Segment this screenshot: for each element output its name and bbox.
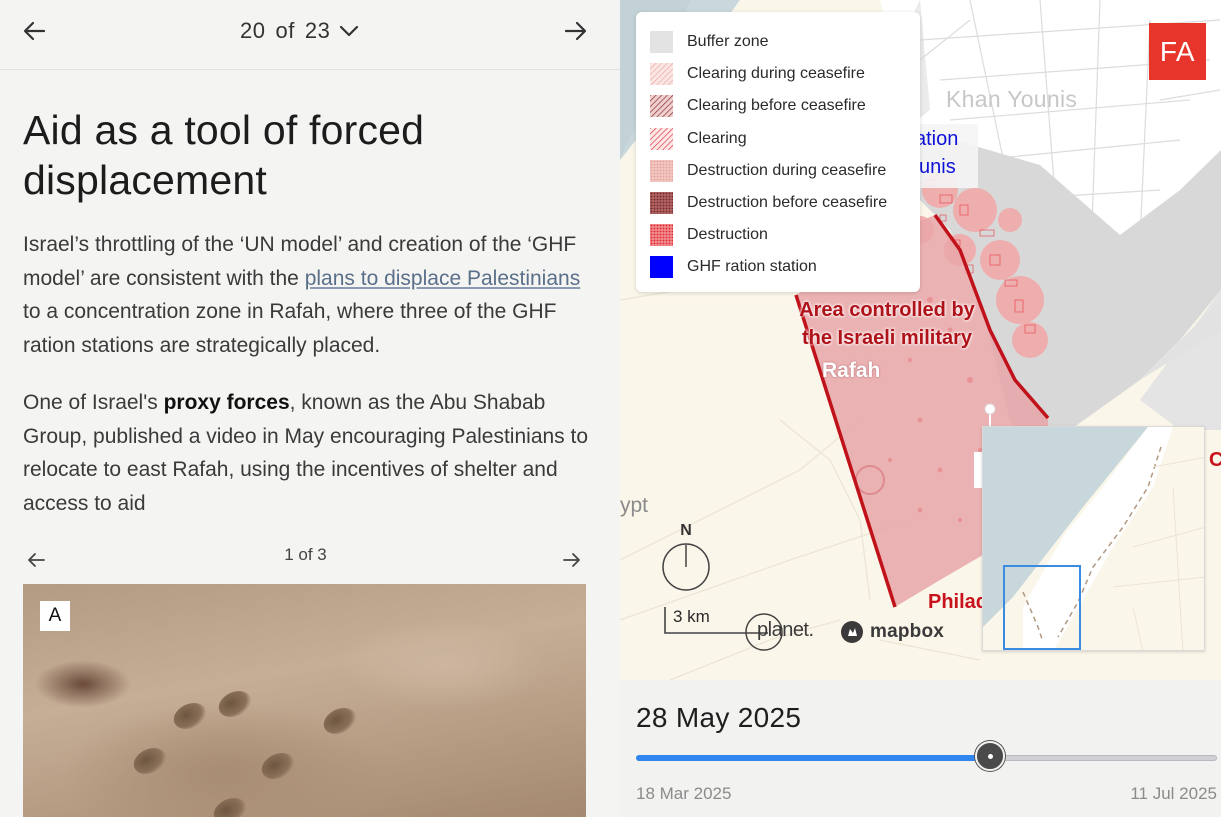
paragraph-text: One of Israel's — [23, 391, 164, 414]
legend-item-clearing: Clearing — [650, 123, 906, 155]
legend-swatch — [650, 159, 673, 182]
date-slider[interactable] — [636, 741, 1217, 771]
legend-swatch — [650, 224, 673, 247]
paragraph-text: to a concentration zone in Rafah, where … — [23, 300, 557, 357]
legend-item-destruction-before: Destruction before ceasefire — [650, 187, 906, 219]
legend-label: Clearing before ceasefire — [687, 97, 866, 115]
chevron-down-icon — [340, 25, 359, 37]
planet-attribution-text: planet. — [757, 619, 814, 641]
image-label-badge: A — [40, 601, 70, 631]
mapbox-attribution-text: mapbox — [870, 621, 945, 642]
legend-label: Clearing during ceasefire — [687, 65, 865, 83]
map-canvas[interactable]: Khan Younis ation unis Area controlled b… — [620, 0, 1221, 680]
image-detail — [257, 747, 299, 785]
slider-thumb-handle[interactable] — [975, 741, 1006, 771]
controlled-area-label: Area controlled by the Israeli military — [799, 299, 975, 349]
ration-label-line-1: ation — [915, 128, 959, 150]
planet-attribution-logo[interactable]: planet. — [744, 608, 834, 652]
current-date-label: 28 May 2025 — [636, 702, 802, 733]
image-detail — [169, 697, 211, 735]
timeline-end-date: 11 Jul 2025 — [1130, 784, 1217, 803]
image-detail — [129, 742, 171, 780]
legend-item-buffer: Buffer zone — [650, 26, 906, 58]
article-paragraph-1: Israel’s throttling of the ‘UN model’ an… — [23, 228, 598, 362]
slide-counter-dropdown[interactable]: 20 of 23 — [240, 18, 360, 44]
legend-item-clearing-before: Clearing before ceasefire — [650, 90, 906, 122]
story-navigation-bar: 20 of 23 — [0, 0, 620, 70]
article-title: Aid as a tool of forced displacement — [23, 107, 425, 203]
legend-label: Destruction before ceasefire — [687, 194, 888, 212]
legend-swatch — [650, 95, 673, 118]
forensic-architecture-logo[interactable]: FA — [1149, 23, 1206, 80]
gallery-next-arrow-icon[interactable] — [561, 550, 583, 570]
legend-label: Buffer zone — [687, 33, 769, 51]
mapbox-icon — [841, 621, 863, 643]
legend-label: GHF ration station — [687, 258, 817, 276]
story-panel: 20 of 23 Aid as a tool of forced displac… — [0, 0, 620, 817]
map-legend: Buffer zone Clearing during ceasefire Clea… — [636, 12, 920, 292]
legend-swatch — [650, 63, 673, 86]
inset-locator-map — [982, 426, 1205, 651]
slide-total-number: 23 — [304, 18, 331, 43]
egypt-label: ypt — [620, 494, 649, 517]
ration-station-label: ation unis — [910, 124, 978, 188]
image-detail — [214, 685, 256, 723]
previous-arrow-icon[interactable] — [20, 16, 50, 46]
legend-swatch — [650, 256, 673, 279]
slider-progress-fill — [636, 755, 991, 761]
north-compass: N — [660, 519, 712, 599]
legend-item-ghf: GHF ration station — [650, 251, 906, 283]
gallery-counter: 1 of 3 — [284, 545, 327, 564]
compass-north-label: N — [680, 522, 692, 539]
legend-item-destruction-during: Destruction during ceasefire — [650, 155, 906, 187]
legend-label: Destruction during ceasefire — [687, 161, 887, 179]
legend-swatch — [650, 192, 673, 215]
ghf-station-marker — [974, 452, 982, 488]
legend-label: Destruction — [687, 226, 768, 244]
rafah-label: Rafah — [822, 359, 881, 382]
legend-swatch — [650, 31, 673, 54]
slide-counter-separator: of — [275, 18, 295, 43]
bold-emphasis: proxy forces — [163, 391, 290, 414]
timeline-start-date: 18 Mar 2025 — [636, 784, 732, 803]
slide-current-number: 20 — [240, 18, 266, 43]
legend-item-clearing-during: Clearing during ceasefire — [650, 58, 906, 90]
timeline-control: 28 May 2025 18 Mar 2025 11 Jul 2025 — [620, 680, 1221, 817]
displacement-plans-link[interactable]: plans to displace Palestinians — [305, 267, 581, 290]
edge-label: C — [1209, 449, 1221, 471]
map-panel: Khan Younis ation unis Area controlled b… — [620, 0, 1221, 817]
article-paragraph-2: One of Israel's proxy forces, known as t… — [23, 386, 598, 520]
ration-label-line-2: unis — [919, 156, 956, 178]
legend-item-destruction: Destruction — [650, 219, 906, 251]
image-gallery-navigation: 1 of 3 — [23, 540, 588, 576]
scale-label: 3 km — [673, 607, 710, 626]
gallery-image[interactable]: A — [23, 584, 586, 817]
image-detail — [209, 792, 251, 817]
mapbox-attribution-logo[interactable]: mapbox — [840, 619, 944, 645]
legend-label: Clearing — [687, 129, 747, 147]
legend-swatch — [650, 127, 673, 150]
khan-younis-label: Khan Younis — [946, 86, 1078, 112]
next-arrow-icon[interactable] — [560, 16, 590, 46]
philadelphi-corridor-label: Philad — [928, 591, 989, 613]
image-detail — [319, 702, 361, 740]
